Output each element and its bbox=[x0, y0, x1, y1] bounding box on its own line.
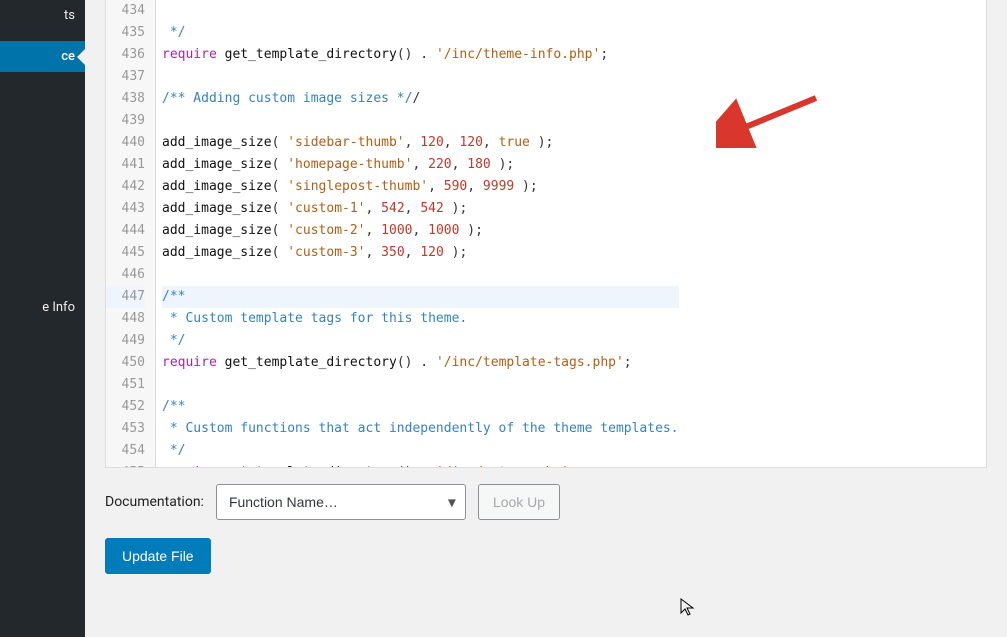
code-line[interactable]: /** Adding custom image sizes *// bbox=[162, 88, 679, 110]
code-line[interactable]: * Custom functions that act independentl… bbox=[162, 418, 679, 440]
line-number: 446 bbox=[106, 264, 145, 286]
line-number: 441 bbox=[106, 154, 145, 176]
documentation-label: Documentation: bbox=[105, 494, 204, 510]
code-line[interactable]: add_image_size( 'homepage-thumb', 220, 1… bbox=[162, 154, 679, 176]
code-line[interactable]: /** bbox=[162, 286, 679, 308]
code-line[interactable]: * Custom template tags for this theme. bbox=[162, 308, 679, 330]
line-number: 443 bbox=[106, 198, 145, 220]
code-line[interactable] bbox=[162, 374, 679, 396]
line-number: 445 bbox=[106, 242, 145, 264]
code-line[interactable]: */ bbox=[162, 440, 679, 462]
line-number: 451 bbox=[106, 374, 145, 396]
line-number: 444 bbox=[106, 220, 145, 242]
code-line[interactable]: add_image_size( 'custom-3', 350, 120 ); bbox=[162, 242, 679, 264]
line-number: 448 bbox=[106, 308, 145, 330]
documentation-row: Documentation: Function Name… ▾ Look Up bbox=[105, 484, 987, 520]
line-number: 449 bbox=[106, 330, 145, 352]
sidebar-item-appearance[interactable]: ce bbox=[0, 41, 85, 72]
line-number: 434 bbox=[106, 0, 145, 22]
code-line[interactable]: add_image_size( 'singlepost-thumb', 590,… bbox=[162, 176, 679, 198]
code-line[interactable] bbox=[162, 110, 679, 132]
admin-sidebar: ts ce e Info bbox=[0, 0, 85, 637]
line-number: 439 bbox=[106, 110, 145, 132]
code-line[interactable] bbox=[162, 0, 679, 22]
code-line[interactable]: require get_template_directory() . '/inc… bbox=[162, 352, 679, 374]
code-line[interactable]: /** bbox=[162, 396, 679, 418]
line-number: 437 bbox=[106, 66, 145, 88]
code-line[interactable]: require get_template_directory() . '/inc… bbox=[162, 44, 679, 66]
code-line[interactable]: add_image_size( 'custom-1', 542, 542 ); bbox=[162, 198, 679, 220]
line-number: 450 bbox=[106, 352, 145, 374]
line-number-gutter: 4344354364374384394404414424434444454464… bbox=[106, 0, 156, 467]
code-line[interactable] bbox=[162, 66, 679, 88]
code-line[interactable]: add_image_size( 'sidebar-thumb', 120, 12… bbox=[162, 132, 679, 154]
code-line[interactable]: add_image_size( 'custom-2', 1000, 1000 )… bbox=[162, 220, 679, 242]
sidebar-item-theme-info[interactable]: e Info bbox=[0, 292, 85, 323]
line-number: 442 bbox=[106, 176, 145, 198]
line-number: 438 bbox=[106, 88, 145, 110]
line-number: 435 bbox=[106, 22, 145, 44]
line-number: 453 bbox=[106, 418, 145, 440]
line-number: 436 bbox=[106, 44, 145, 66]
sidebar-item-top[interactable]: ts bbox=[0, 0, 85, 31]
update-file-button[interactable]: Update File bbox=[105, 538, 211, 574]
main-content: 4344354364374384394404414424434444454464… bbox=[85, 0, 1007, 637]
line-number: 452 bbox=[106, 396, 145, 418]
line-number: 454 bbox=[106, 440, 145, 462]
code-line[interactable]: */ bbox=[162, 22, 679, 44]
code-line[interactable]: require get_template_directory() . '/inc… bbox=[162, 462, 679, 468]
code-content[interactable]: */require get_template_directory() . '/i… bbox=[156, 0, 679, 467]
lookup-button: Look Up bbox=[478, 484, 560, 520]
line-number: 455 bbox=[106, 462, 145, 468]
code-line[interactable] bbox=[162, 264, 679, 286]
line-number: 440 bbox=[106, 132, 145, 154]
code-editor[interactable]: 4344354364374384394404414424434444454464… bbox=[105, 0, 987, 468]
code-line[interactable]: */ bbox=[162, 330, 679, 352]
documentation-select[interactable]: Function Name… bbox=[216, 484, 466, 520]
line-number: 447 bbox=[106, 286, 145, 308]
